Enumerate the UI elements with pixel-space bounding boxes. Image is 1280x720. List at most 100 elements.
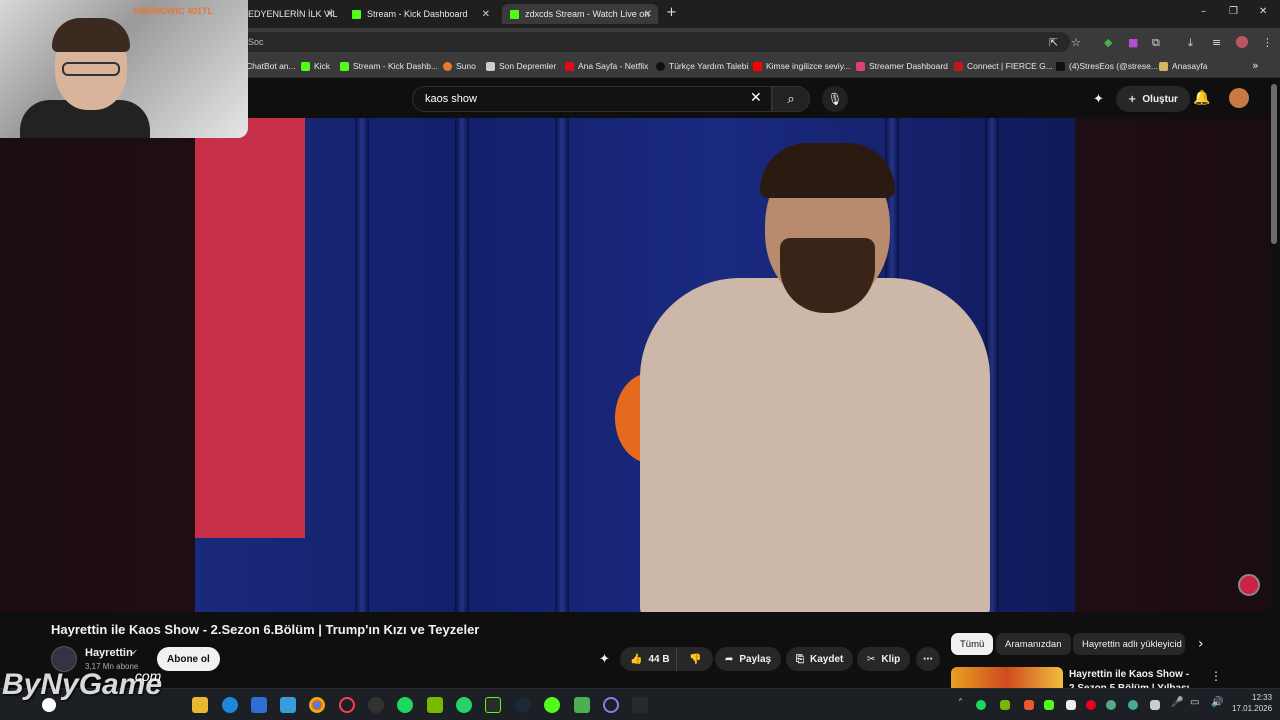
- install-app-icon[interactable]: ⇱: [1049, 36, 1058, 49]
- display-tray-icon[interactable]: ▭: [1190, 697, 1199, 708]
- download-icon[interactable]: ⤓: [1188, 36, 1193, 50]
- file-explorer-icon[interactable]: [192, 697, 208, 713]
- microphone-tray-icon[interactable]: 🎤: [1171, 697, 1183, 708]
- opera-icon[interactable]: [339, 697, 355, 713]
- spotify-icon[interactable]: [397, 697, 413, 713]
- windows-taskbar: ˄ 🎤 ▭ 🔊: [0, 688, 1280, 720]
- bookmark-fierce[interactable]: Connect | FIERCE G...: [954, 61, 1053, 71]
- close-tab-icon[interactable]: ✕: [482, 9, 490, 20]
- whatsapp-icon[interactable]: [456, 697, 472, 713]
- bookmark-kimse-ingilizce[interactable]: Kimse ingilizce seviy...: [753, 61, 850, 71]
- channel-watermark-icon[interactable]: [1238, 574, 1260, 596]
- ai-ask-icon[interactable]: ✦: [599, 652, 610, 667]
- chip-all[interactable]: Tümü: [951, 633, 994, 655]
- system-clock[interactable]: 12:33 17.01.2026: [1232, 692, 1272, 714]
- tray-white-icon[interactable]: [1066, 700, 1076, 710]
- bookmark-tiktok-streseos[interactable]: (4)StresEos (@strese...: [1056, 61, 1158, 71]
- kick-icon: [352, 9, 361, 19]
- channel-name[interactable]: Hayrettin: [85, 647, 133, 659]
- bookmark-streamer-dashboard[interactable]: Streamer Dashboard: [856, 61, 948, 71]
- bookmark-turkce-yardim[interactable]: Türkçe Yardım Talebi: [656, 61, 748, 71]
- epic-games-icon[interactable]: [632, 697, 648, 713]
- extensions-puzzle-icon[interactable]: ⧉: [1152, 36, 1160, 50]
- ai-sparkle-icon[interactable]: ✦: [1093, 92, 1104, 107]
- clock-time: 12:33: [1252, 693, 1273, 702]
- new-tab-icon[interactable]: +: [666, 5, 677, 20]
- tray-network-app-icon[interactable]: [1128, 700, 1138, 710]
- bookmark-chatbot[interactable]: ChatBot an...: [246, 61, 296, 71]
- steam-icon[interactable]: [515, 697, 531, 713]
- tab-zdxcds-stream[interactable]: zdxcds Stream - Watch Live on ✕: [502, 4, 658, 24]
- tray-app-icon[interactable]: [1150, 700, 1160, 710]
- extension-purple-icon[interactable]: ■: [1128, 36, 1138, 49]
- related-video-thumbnail[interactable]: [951, 667, 1063, 689]
- chevron-right-icon[interactable]: ›: [1198, 636, 1204, 652]
- bookmark-label: ChatBot an...: [246, 61, 296, 71]
- tab-label: zdxcds Stream - Watch Live on: [525, 9, 650, 19]
- account-avatar[interactable]: [1229, 88, 1249, 108]
- restore-icon[interactable]: ❐: [1229, 6, 1238, 17]
- related-video-title[interactable]: Hayrettin ile Kaos Show - 2.Sezon 5.Bölü…: [1069, 668, 1199, 688]
- youtube-icon: [753, 61, 762, 71]
- address-bar[interactable]: Soc: [240, 32, 1070, 52]
- volume-icon[interactable]: 🔊: [1211, 697, 1223, 708]
- bookmark-suno[interactable]: Suno: [443, 61, 476, 71]
- like-button[interactable]: 👍 44 B: [620, 647, 678, 671]
- store-icon[interactable]: [251, 697, 267, 713]
- search-icon: ⌕: [787, 91, 795, 107]
- tray-chevron-icon[interactable]: ˄: [958, 698, 963, 709]
- obs-icon[interactable]: [603, 697, 619, 713]
- bookmark-star-icon[interactable]: ☆: [1071, 36, 1081, 49]
- profile-avatar[interactable]: [1236, 36, 1248, 48]
- extension-shield-icon[interactable]: ◆: [1104, 36, 1112, 49]
- bookmark-netflix[interactable]: Ana Sayfa - Netflix: [565, 61, 648, 71]
- bookmark-son-depremler[interactable]: Son Depremler: [486, 61, 556, 71]
- outlook-icon[interactable]: [280, 697, 296, 713]
- voice-search-button[interactable]: 🎙: [822, 86, 848, 112]
- subscribe-button[interactable]: Abone ol: [157, 647, 220, 671]
- close-tab-icon[interactable]: ✕: [644, 9, 652, 20]
- dislike-button[interactable]: 👎: [676, 647, 714, 671]
- save-button[interactable]: ⎘ Kaydet: [786, 647, 854, 671]
- more-bookmarks-icon[interactable]: »: [1252, 59, 1259, 72]
- more-actions-button[interactable]: ⋯: [916, 647, 940, 671]
- share-arrow-icon: ➦: [725, 653, 734, 665]
- tab-kick-dashboard[interactable]: Stream - Kick Dashboard ✕: [344, 4, 496, 24]
- menu-kebab-icon[interactable]: ⋮: [1262, 36, 1273, 49]
- tray-red-icon[interactable]: [1024, 700, 1034, 710]
- chip-from-search[interactable]: Aramanızdan: [996, 633, 1071, 655]
- chip-from-uploader[interactable]: Hayrettin adlı yükleyicid: [1073, 633, 1185, 655]
- app-green-icon[interactable]: [544, 697, 560, 713]
- search-button[interactable]: ⌕: [772, 86, 810, 112]
- video-player[interactable]: [195, 118, 1075, 612]
- stream-watermark-suffix: .com: [131, 668, 162, 684]
- app-dark-icon[interactable]: [368, 697, 384, 713]
- page-scrollbar[interactable]: [1271, 84, 1277, 244]
- nvidia-icon[interactable]: [427, 697, 443, 713]
- tray-nvidia-icon[interactable]: [1000, 700, 1010, 710]
- notifications-bell-icon[interactable]: 🔔: [1193, 90, 1210, 106]
- media-list-icon[interactable]: ≡: [1212, 36, 1221, 49]
- clip-button[interactable]: ✂ Klip: [857, 647, 911, 671]
- bookmark-kick-dashboard[interactable]: Stream - Kick Dashb...: [340, 61, 438, 71]
- search-input[interactable]: kaos show: [412, 86, 772, 112]
- tray-steam-icon[interactable]: [1106, 700, 1116, 710]
- close-window-icon[interactable]: ✕: [1259, 6, 1267, 17]
- bookmark-label: Anasayfa: [1172, 61, 1208, 71]
- related-more-icon[interactable]: ⋮: [1210, 669, 1222, 683]
- tray-green-icon[interactable]: [1044, 700, 1054, 710]
- chrome-icon[interactable]: [309, 697, 325, 713]
- tray-spotify-icon[interactable]: [976, 700, 986, 710]
- streamlabs-icon[interactable]: [485, 697, 501, 713]
- create-button[interactable]: + Oluştur: [1116, 86, 1190, 112]
- clear-search-icon[interactable]: ✕: [750, 90, 762, 106]
- edge-icon[interactable]: [222, 697, 238, 713]
- share-button[interactable]: ➦ Paylaş: [715, 647, 782, 671]
- close-tab-icon[interactable]: ✕: [326, 9, 334, 20]
- tab-edyenlerin[interactable]: EDYENLERİN İLK VİL ✕: [240, 4, 340, 24]
- bookmark-anasayfa[interactable]: Anasayfa: [1159, 61, 1207, 71]
- minimize-icon[interactable]: –: [1201, 6, 1206, 17]
- bookmark-kick[interactable]: Kick: [301, 61, 330, 71]
- tray-record-icon[interactable]: [1086, 700, 1096, 710]
- minecraft-icon[interactable]: [574, 697, 590, 713]
